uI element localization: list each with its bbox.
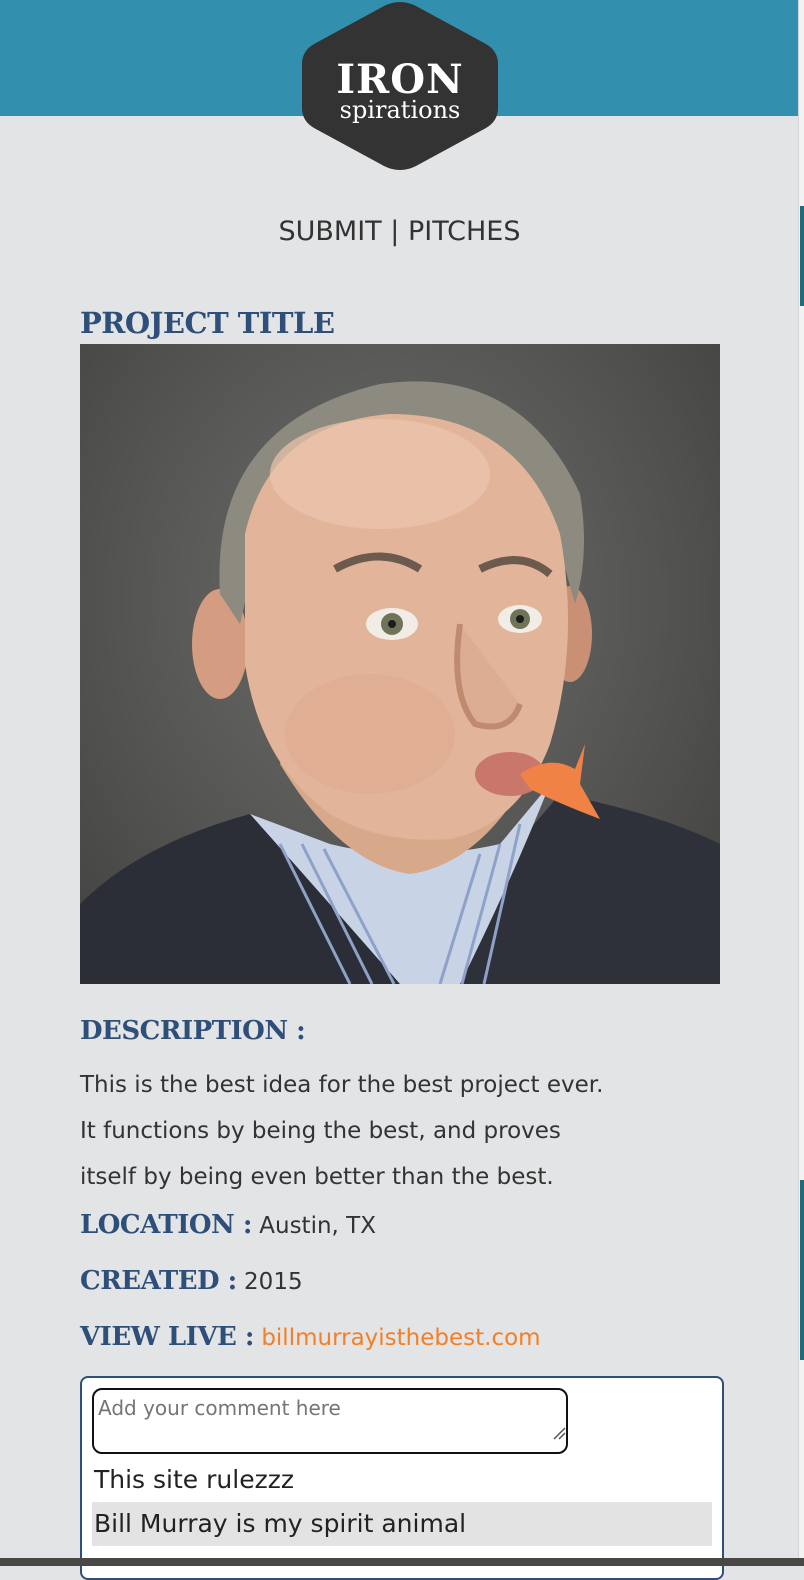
comment-input[interactable] <box>92 1388 568 1454</box>
comments-panel: This site rulezzz Bill Murray is my spir… <box>80 1376 724 1580</box>
main-nav: SUBMIT | PITCHES <box>0 214 799 250</box>
logo-text-iron: IRON <box>336 56 464 103</box>
project-image <box>80 344 720 984</box>
logo-text-spirations: spirations <box>339 96 461 124</box>
description-line: This is the best idea for the best proje… <box>80 1072 604 1098</box>
location-value: Austin, TX <box>259 1213 376 1239</box>
created-row: CREATED : 2015 <box>80 1262 303 1301</box>
view-live-label: VIEW LIVE : <box>80 1322 255 1352</box>
edge-mark <box>800 1180 804 1360</box>
nav-pitches-link[interactable]: PITCHES <box>408 216 521 247</box>
created-label: CREATED : <box>80 1266 237 1296</box>
description-label: DESCRIPTION : <box>80 1016 306 1046</box>
site-logo[interactable]: IRON spirations <box>302 2 498 170</box>
view-live-link[interactable]: billmurrayisthebest.com <box>261 1325 540 1351</box>
location-row: LOCATION : Austin, TX <box>80 1206 376 1245</box>
portrait-photo-icon <box>80 381 720 984</box>
location-label: LOCATION : <box>80 1210 252 1240</box>
comment-item: This site rulezzz <box>94 1465 294 1494</box>
nav-separator: | <box>390 216 400 247</box>
resize-grip-icon[interactable] <box>552 1426 566 1440</box>
window-bottom-edge <box>0 1558 804 1566</box>
description-line: itself by being even better than the bes… <box>80 1164 554 1190</box>
nav-submit-link[interactable]: SUBMIT <box>279 216 382 247</box>
created-value: 2015 <box>244 1269 303 1295</box>
project-title: PROJECT TITLE <box>80 306 335 340</box>
comment-item: Bill Murray is my spirit animal <box>92 1502 712 1546</box>
view-live-row: VIEW LIVE : billmurrayisthebest.com <box>80 1318 541 1357</box>
description-line: It functions by being the best, and prov… <box>80 1118 561 1144</box>
description-text: This is the best idea for the best proje… <box>80 1062 620 1200</box>
edge-mark <box>800 206 804 306</box>
